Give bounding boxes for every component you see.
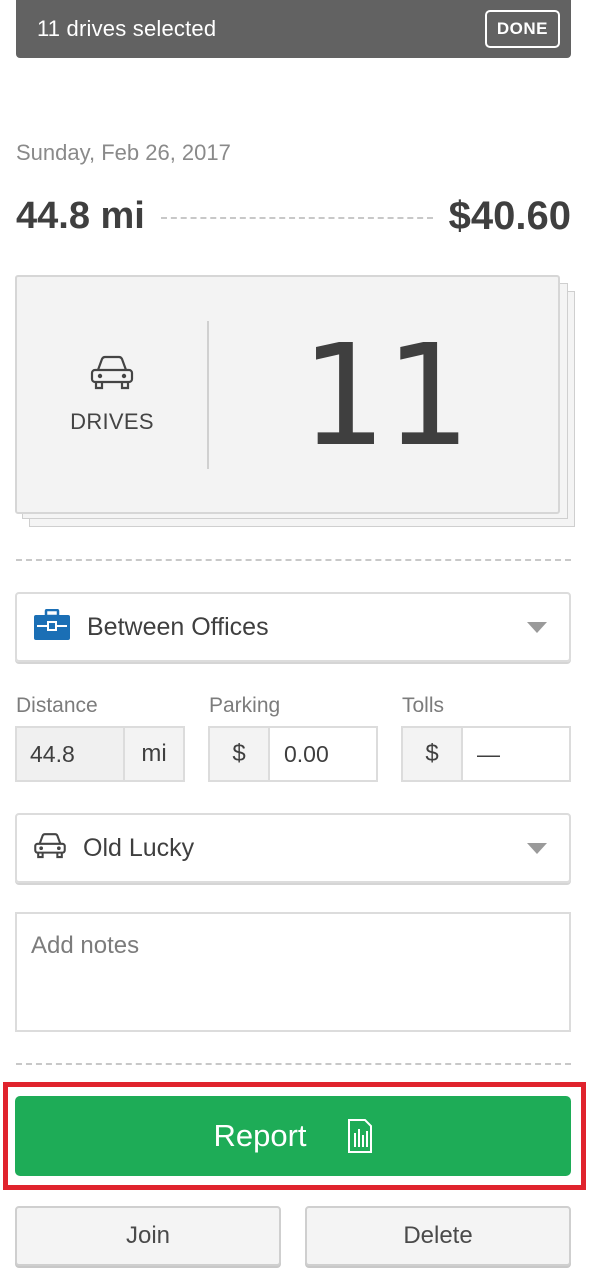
tolls-currency: $ (403, 728, 463, 780)
vehicle-dropdown[interactable]: Old Lucky (15, 813, 571, 883)
distance-field: 44.8 mi (15, 726, 185, 782)
drives-count: 11 (299, 314, 468, 478)
car-icon (89, 354, 135, 397)
tolls-field[interactable]: $ — (401, 726, 571, 782)
distance-label: Distance (16, 694, 98, 717)
join-button[interactable]: Join (15, 1206, 281, 1266)
purpose-dropdown[interactable]: Between Offices (15, 592, 571, 662)
section-divider (16, 559, 571, 561)
done-button[interactable]: DONE (484, 10, 560, 48)
chevron-down-icon (527, 842, 547, 854)
report-button[interactable]: Report (15, 1096, 571, 1176)
parking-field[interactable]: $ 0.00 (208, 726, 378, 782)
drives-card: DRIVES 11 (15, 275, 560, 514)
tolls-input[interactable]: — (463, 728, 569, 780)
distance-unit: mi (123, 728, 183, 780)
tolls-label: Tolls (402, 694, 445, 717)
selection-count-text: 11 drives selected (37, 16, 217, 41)
notes-field[interactable]: Add notes (15, 912, 571, 1032)
selection-bar: 11 drives selected DONE (16, 0, 571, 58)
parking-label: Parking (209, 694, 281, 717)
drive-date: Sunday, Feb 26, 2017 (16, 140, 231, 165)
parking-input[interactable]: 0.00 (270, 728, 376, 780)
vehicle-value: Old Lucky (83, 833, 195, 862)
summary-row: 44.8 mi $40.60 (16, 190, 571, 242)
drives-label: DRIVES (70, 409, 154, 434)
briefcase-icon (33, 608, 71, 646)
summary-divider (160, 217, 433, 219)
report-document-icon (347, 1119, 373, 1153)
drives-card-stack: DRIVES 11 (15, 275, 577, 530)
notes-placeholder: Add notes (31, 932, 140, 959)
chevron-down-icon (527, 621, 547, 633)
delete-button[interactable]: Delete (305, 1206, 571, 1266)
total-distance: 44.8 mi (16, 194, 145, 237)
total-amount: $40.60 (448, 193, 571, 238)
distance-value: 44.8 (17, 728, 123, 780)
section-divider (16, 1063, 571, 1065)
purpose-value: Between Offices (87, 612, 269, 641)
drives-card-label-group: DRIVES (17, 354, 207, 435)
car-icon (33, 832, 67, 865)
parking-currency: $ (210, 728, 270, 780)
report-label: Report (213, 1118, 307, 1153)
